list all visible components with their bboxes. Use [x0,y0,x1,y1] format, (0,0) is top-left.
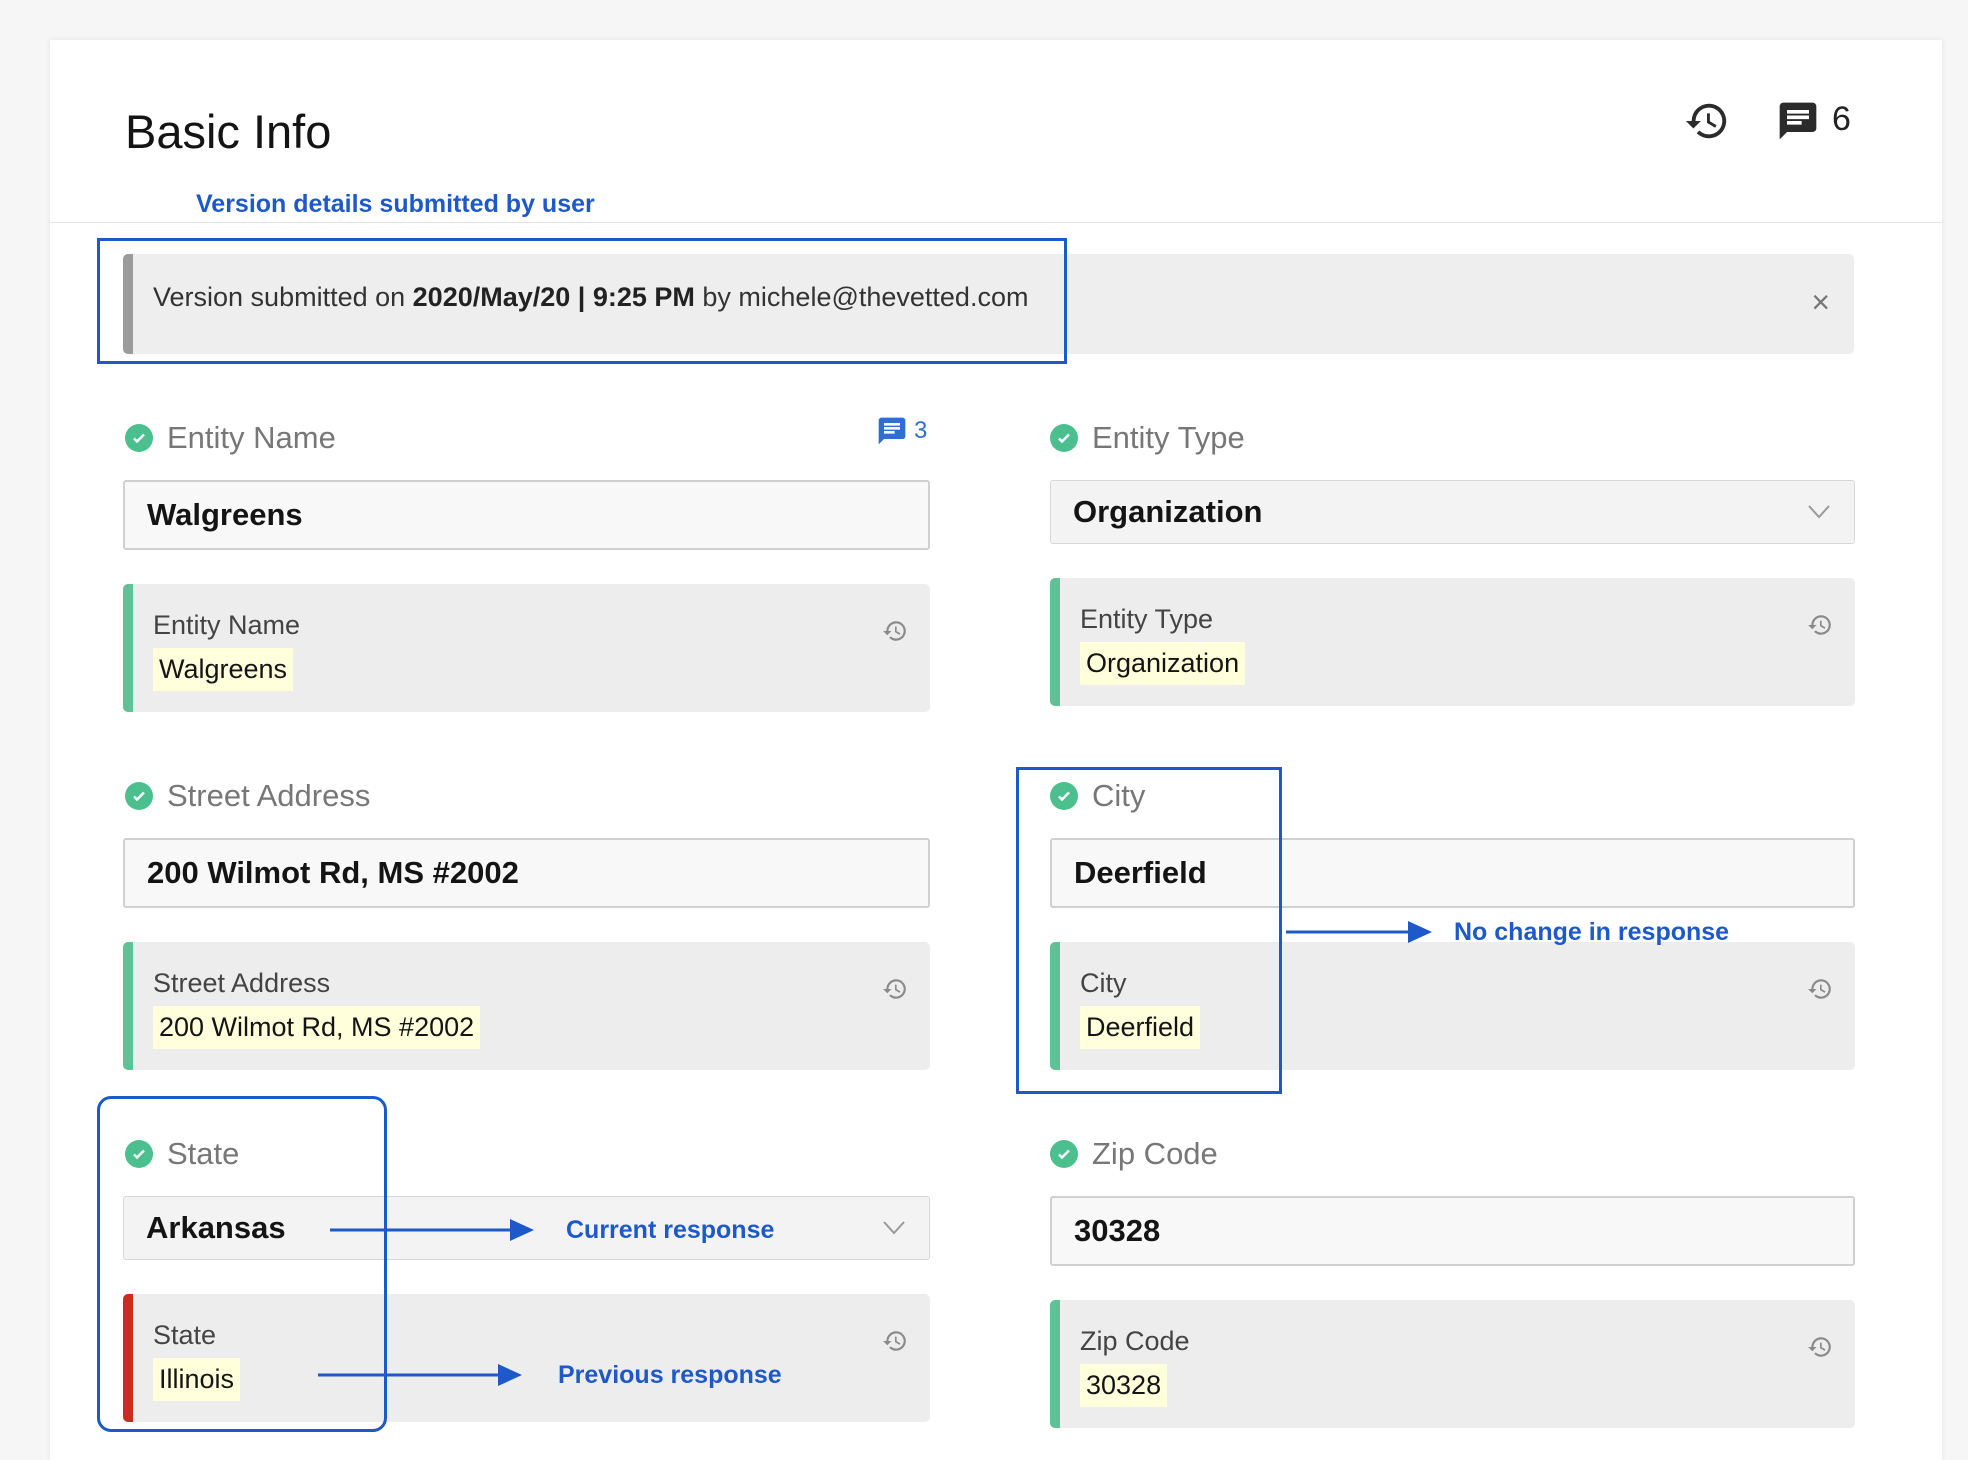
previous-value: Walgreens [153,648,294,691]
annotation-box-version [97,238,1067,364]
close-icon[interactable]: × [1811,286,1830,318]
previous-label: Street Address [153,968,331,998]
zip-code-input[interactable]: 30328 [1050,1196,1855,1266]
entity-name-input[interactable]: Walgreens [123,480,930,550]
annotation-arrow [1286,921,1432,943]
previous-label: Entity Type [1080,604,1214,634]
check-icon [1050,1140,1078,1168]
history-icon[interactable] [1684,98,1730,144]
page-title: Basic Info [125,105,332,158]
history-icon[interactable] [882,1328,908,1359]
previous-value: 30328 [1080,1364,1168,1407]
street-address-previous: Street Address 200 Wilmot Rd, MS #2002 [123,942,930,1070]
history-icon[interactable] [1807,612,1833,643]
status-bar [123,584,133,712]
entity-name-label: Entity Name [125,420,336,456]
check-icon [1050,424,1078,452]
status-bar [1050,1300,1060,1428]
entity-type-previous: Entity Type Organization [1050,578,1855,706]
annotation-box-city [1016,767,1282,1094]
history-icon[interactable] [1807,1334,1833,1365]
entity-type-value: Organization [1073,494,1263,529]
comment-icon[interactable] [1776,98,1820,144]
chevron-down-icon [883,1221,905,1235]
zip-code-label: Zip Code [1050,1136,1218,1172]
annotation-arrow-current [330,1219,534,1241]
previous-label: Zip Code [1080,1326,1190,1356]
annotation-previous-response: Previous response [558,1361,782,1389]
comment-icon [878,417,906,445]
status-bar [1050,578,1060,706]
chevron-down-icon [1808,505,1830,519]
check-icon [125,424,153,452]
zip-code-previous: Zip Code 30328 [1050,1300,1855,1428]
entity-name-comments[interactable]: 3 [876,415,927,447]
check-icon [125,782,153,810]
header-divider [50,222,1942,223]
previous-value: Organization [1080,642,1246,685]
entity-name-previous: Entity Name Walgreens [123,584,930,712]
history-icon[interactable] [1807,976,1833,1007]
history-icon[interactable] [882,976,908,1007]
annotation-version-details: Version details submitted by user [196,190,595,218]
previous-value: 200 Wilmot Rd, MS #2002 [153,1006,481,1049]
status-bar [123,942,133,1070]
previous-label: Entity Name [153,610,301,640]
annotation-current-response: Current response [566,1216,775,1244]
comment-count: 6 [1832,100,1851,138]
street-address-input[interactable]: 200 Wilmot Rd, MS #2002 [123,838,930,908]
entity-type-select[interactable]: Organization [1050,480,1855,544]
street-address-label: Street Address [125,778,370,814]
history-icon[interactable] [882,618,908,649]
annotation-no-change: No change in response [1454,918,1730,946]
entity-type-label: Entity Type [1050,420,1245,456]
annotation-arrow-previous [318,1364,522,1386]
